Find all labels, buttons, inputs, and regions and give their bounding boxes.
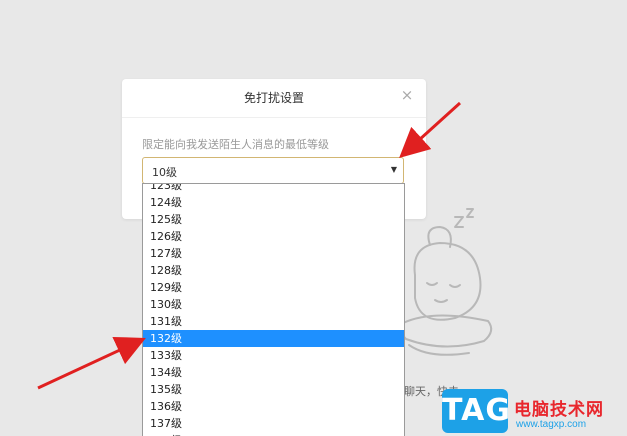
watermark-title: 电脑技术网 — [514, 400, 604, 420]
dropdown-option[interactable]: 133级 — [143, 347, 404, 364]
sleeping-mascot-illustration — [395, 205, 505, 384]
dialog-divider — [122, 117, 426, 118]
dropdown-option[interactable]: 131级 — [143, 313, 404, 330]
dropdown-option[interactable]: 137级 — [143, 415, 404, 432]
level-select[interactable]: 10级 ▼ — [142, 157, 404, 184]
dropdown-option[interactable]: 135级 — [143, 381, 404, 398]
chevron-down-icon: ▼ — [390, 165, 397, 174]
dropdown-option[interactable]: 128级 — [143, 262, 404, 279]
level-select-value: 10级 — [152, 166, 177, 179]
dropdown-option[interactable]: 136级 — [143, 398, 404, 415]
dropdown-option[interactable]: 124级 — [143, 194, 404, 211]
dropdown-option-selected[interactable]: 132级 — [143, 330, 404, 347]
watermark-logo: TAG — [442, 389, 510, 433]
dropdown-option[interactable]: 130级 — [143, 296, 404, 313]
dropdown-option[interactable]: 127级 — [143, 245, 404, 262]
dropdown-option[interactable]: 125级 — [143, 211, 404, 228]
level-hint-label: 限定能向我发送陌生人消息的最低等级 — [142, 138, 329, 151]
dropdown-option[interactable]: 129级 — [143, 279, 404, 296]
dropdown-option[interactable]: 126级 — [143, 228, 404, 245]
dropdown-option[interactable]: 123级 — [143, 184, 404, 194]
dropdown-option[interactable]: 134级 — [143, 364, 404, 381]
level-dropdown-list[interactable]: 123级 124级 125级 126级 127级 128级 129级 130级 131级 132级… — [142, 183, 405, 436]
dialog-title: 免打扰设置 — [243, 91, 304, 105]
site-watermark: TAG 电脑技术网 www.tagxp.com — [440, 383, 627, 436]
watermark-url: www.tagxp.com — [516, 419, 587, 430]
annotation-arrow-to-option — [37, 336, 146, 390]
dropdown-option[interactable]: 138级 — [143, 432, 404, 436]
close-icon[interactable]: × — [400, 88, 414, 103]
